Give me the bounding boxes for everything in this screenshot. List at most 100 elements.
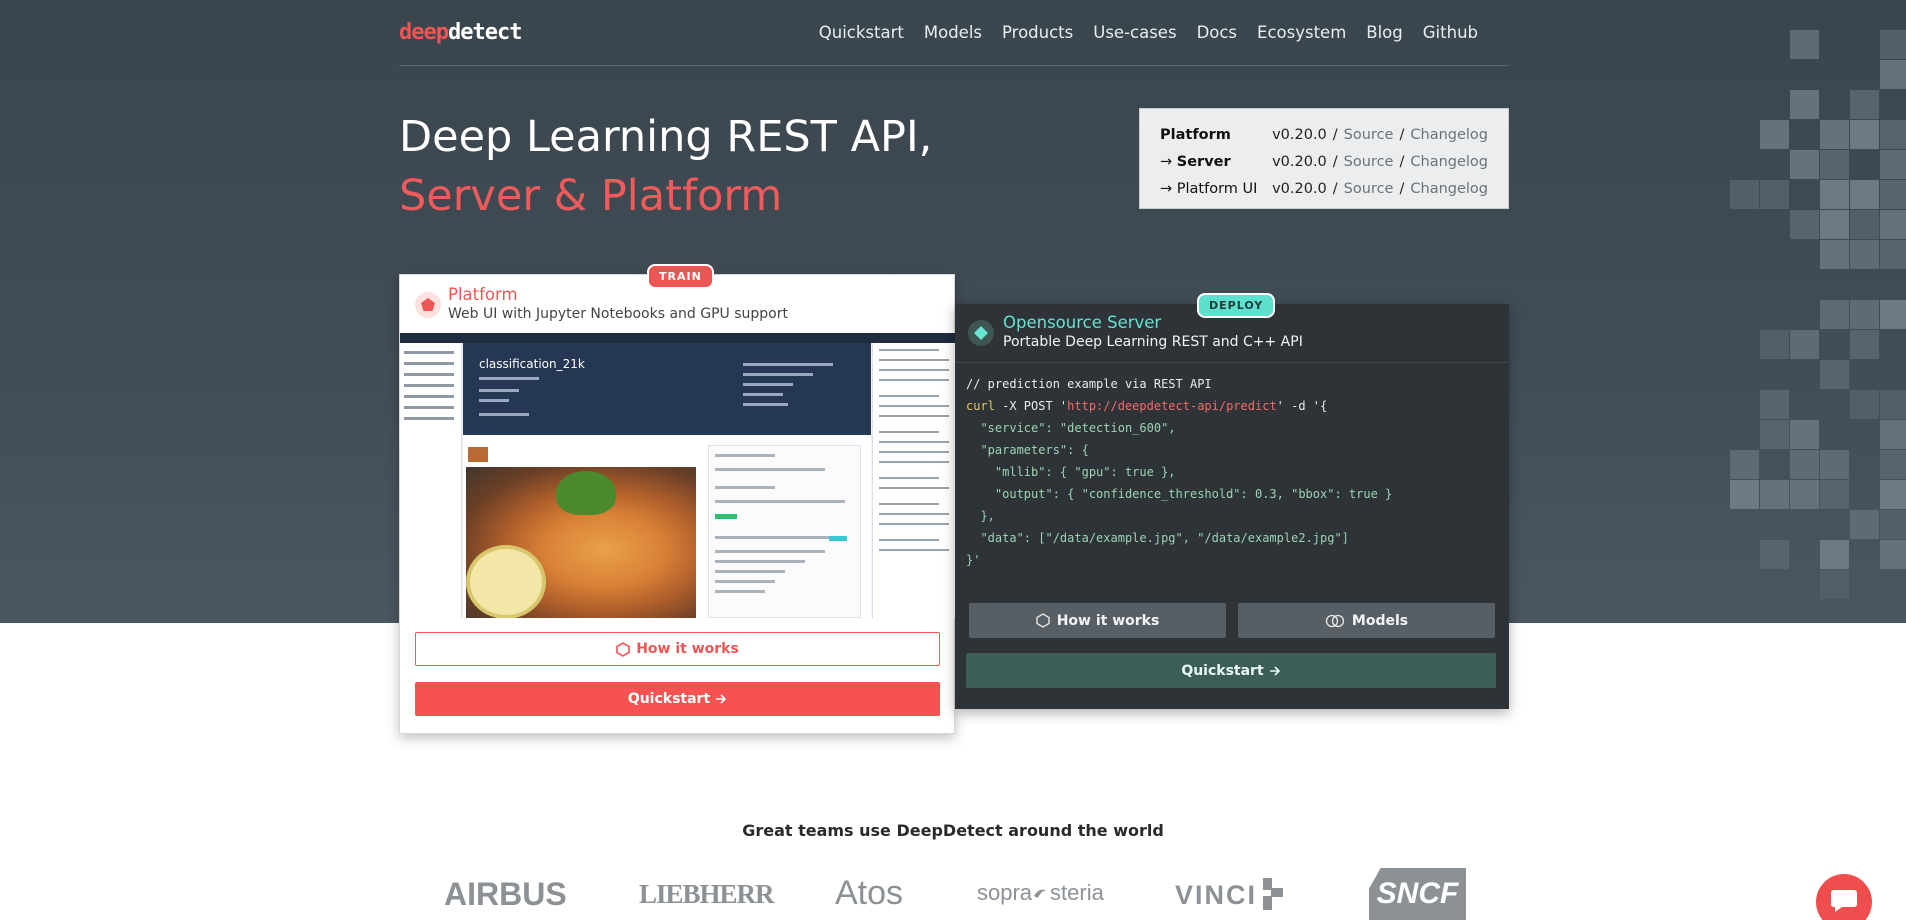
pixel-tile <box>1760 390 1789 419</box>
hero-title: Deep Learning REST API, <box>399 112 933 162</box>
pixel-tile <box>1880 480 1906 509</box>
pixel-tile <box>1850 120 1879 149</box>
code-command-line: curl -X POST 'http://deepdetect-api/pred… <box>966 395 1392 417</box>
pixel-tile <box>1820 570 1849 599</box>
version-number: v0.20.0 <box>1272 153 1327 170</box>
source-link[interactable]: Source <box>1344 181 1394 197</box>
pixel-tile <box>1790 420 1819 449</box>
teams-heading: Great teams use DeepDetect around the wo… <box>742 821 1164 840</box>
screenshot-banner-title: classification_21k <box>479 357 585 371</box>
platform-how-it-works-button[interactable]: How it works <box>415 632 940 666</box>
pixel-tile <box>1790 480 1819 509</box>
pixel-tile <box>1760 420 1789 449</box>
pixel-tile <box>1880 60 1906 89</box>
code-after-url: ' -d '{ <box>1276 399 1328 413</box>
screenshot-topbar <box>400 333 956 343</box>
sopra-steria-logo: sopra steria <box>977 880 1104 906</box>
arrow-right-icon: → <box>1160 180 1173 197</box>
diamond-icon <box>968 320 994 346</box>
nav-ecosystem[interactable]: Ecosystem <box>1247 20 1356 45</box>
code-comment: // prediction example via REST API <box>966 377 1212 391</box>
train-badge: TRAIN <box>647 264 714 289</box>
button-label: Quickstart <box>1181 662 1264 679</box>
pixel-tile <box>1790 450 1819 479</box>
pixel-tile <box>1880 240 1906 269</box>
airbus-logo: AIRBUS <box>444 876 567 912</box>
models-icon <box>1325 614 1345 627</box>
nav-github[interactable]: Github <box>1413 20 1488 45</box>
liebherr-logo: LIEBHERR <box>639 879 775 909</box>
pixel-tile <box>1850 180 1879 209</box>
code-line: "data": ["/data/example.jpg", "/data/exa… <box>966 531 1349 545</box>
pixel-tile <box>1820 450 1849 479</box>
nav-quickstart[interactable]: Quickstart <box>809 20 914 45</box>
pixel-tile <box>1850 510 1879 539</box>
server-card: Opensource Server Portable Deep Learning… <box>955 304 1509 709</box>
platform-ui-screenshot: classification_21k <box>400 333 956 618</box>
code-line: "service": "detection_600", <box>966 421 1176 435</box>
version-name: Platform <box>1160 126 1231 143</box>
pixel-tile <box>1790 30 1819 59</box>
logo-detect: detect <box>447 20 522 45</box>
pixel-tile <box>1850 210 1879 239</box>
pixel-tile <box>1730 480 1759 509</box>
pixel-tile <box>1880 180 1906 209</box>
version-name: Server <box>1176 153 1231 170</box>
button-label: How it works <box>636 641 739 657</box>
pixel-tile <box>1850 240 1879 269</box>
code-example: // prediction example via REST API curl -… <box>966 373 1392 571</box>
server-quickstart-button[interactable]: Quickstart <box>966 653 1496 688</box>
code-line: "output": { "confidence_threshold": 0.3,… <box>966 487 1393 501</box>
logo-part: VINCI <box>1175 880 1258 910</box>
logo-part: sopra <box>977 880 1033 905</box>
deepdetect-logo[interactable]: deepdetect <box>399 20 522 46</box>
pixel-tile <box>1880 300 1906 329</box>
pixel-tile <box>1880 30 1906 59</box>
server-subtitle: Portable Deep Learning REST and C++ API <box>1003 334 1303 350</box>
pixel-tile <box>1850 390 1879 419</box>
nav-docs[interactable]: Docs <box>1187 20 1247 45</box>
pixel-tile <box>1820 480 1849 509</box>
pixel-tile <box>1820 540 1849 569</box>
nav-products[interactable]: Products <box>992 20 1083 45</box>
platform-subtitle: Web UI with Jupyter Notebooks and GPU su… <box>448 306 788 322</box>
pixel-tile <box>1820 300 1849 329</box>
changelog-link[interactable]: Changelog <box>1410 154 1488 170</box>
arrow-right-icon <box>1269 665 1280 676</box>
screenshot-food-photo <box>466 467 696 618</box>
atos-logo: Atos <box>835 874 904 912</box>
nav-models[interactable]: Models <box>914 20 992 45</box>
pixel-tile <box>1790 330 1819 359</box>
screenshot-panel <box>708 445 861 618</box>
source-link[interactable]: Source <box>1344 154 1394 170</box>
pixel-tile <box>1820 150 1849 179</box>
platform-card: Platform Web UI with Jupyter Notebooks a… <box>399 274 956 734</box>
platform-quickstart-button[interactable]: Quickstart <box>415 682 940 716</box>
nav-use-cases[interactable]: Use-cases <box>1083 20 1186 45</box>
version-number: v0.20.0 <box>1272 180 1327 197</box>
changelog-link[interactable]: Changelog <box>1410 127 1488 143</box>
sncf-logo: SNCF <box>1369 868 1466 920</box>
changelog-link[interactable]: Changelog <box>1410 181 1488 197</box>
server-models-button[interactable]: Models <box>1238 603 1495 638</box>
pixel-tile <box>1790 150 1819 179</box>
server-title[interactable]: Opensource Server <box>1003 313 1161 332</box>
screenshot-right-panel <box>872 343 956 618</box>
code-url: http://deepdetect-api/predict <box>1067 399 1277 413</box>
pixel-tile <box>1820 210 1849 239</box>
nav-blog[interactable]: Blog <box>1356 20 1412 45</box>
server-how-it-works-button[interactable]: How it works <box>969 603 1226 638</box>
pixel-tile <box>1850 300 1879 329</box>
versions-box: Platform v0.20.0 / Source / Changelog → … <box>1139 108 1509 209</box>
pixel-tile <box>1850 330 1879 359</box>
hero-subtitle: Server & Platform <box>399 171 783 221</box>
code-cmd: curl <box>966 399 995 413</box>
platform-title[interactable]: Platform <box>448 285 518 304</box>
chat-bubble-icon <box>1831 890 1857 912</box>
pixel-tile <box>1820 180 1849 209</box>
pixel-tile <box>1820 240 1849 269</box>
source-link[interactable]: Source <box>1344 127 1394 143</box>
code-line: }, <box>966 509 995 523</box>
version-row-server: → Server v0.20.0 / Source / Changelog <box>1160 148 1488 175</box>
pixel-tile <box>1730 180 1759 209</box>
